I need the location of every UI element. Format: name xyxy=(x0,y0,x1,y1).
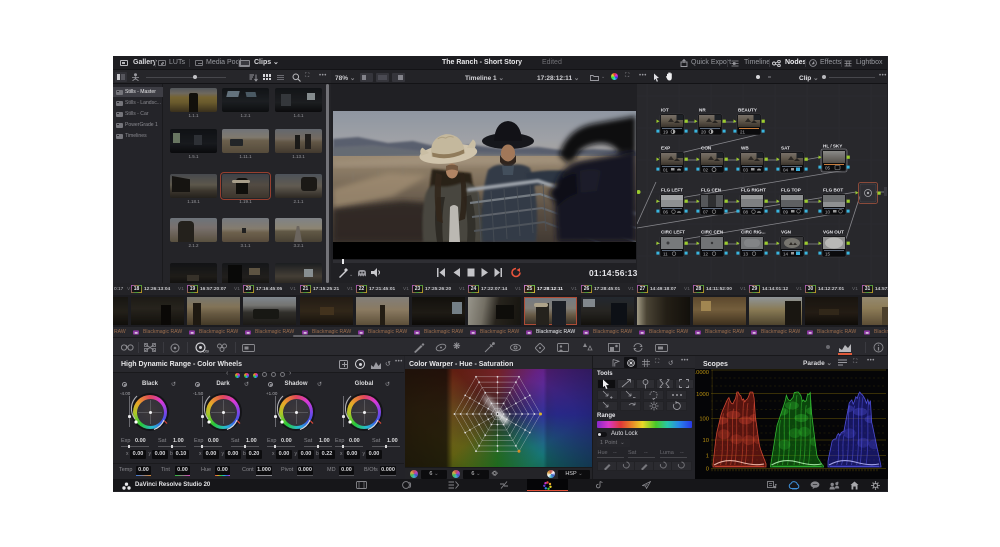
svg-text:1: 1 xyxy=(706,454,709,460)
svg-text:1000: 1000 xyxy=(696,392,709,398)
svg-text:03: 03 xyxy=(743,168,749,173)
svg-text:01: 01 xyxy=(663,168,669,173)
svg-text:15: 15 xyxy=(825,252,831,257)
svg-text:0: 0 xyxy=(706,467,709,473)
svg-text:10: 10 xyxy=(825,210,831,215)
svg-text:10: 10 xyxy=(703,438,709,444)
svg-text:FLG BOT: FLG BOT xyxy=(823,188,843,193)
svg-text:BEAUTY: BEAUTY xyxy=(738,108,757,113)
svg-text:12: 12 xyxy=(703,252,709,257)
svg-text:FLG RIGHT: FLG RIGHT xyxy=(741,188,766,193)
svg-text:100: 100 xyxy=(699,417,709,423)
svg-text:19: 19 xyxy=(663,130,669,135)
svg-text:CIRC LEFT: CIRC LEFT xyxy=(661,230,685,235)
svg-text:EXP: EXP xyxy=(661,146,670,151)
svg-text:NR: NR xyxy=(699,108,706,113)
svg-text:SAT: SAT xyxy=(781,146,790,151)
svg-text:05: 05 xyxy=(825,166,831,171)
svg-text:09: 09 xyxy=(783,210,789,215)
svg-text:VGN: VGN xyxy=(781,230,792,235)
svg-text:11: 11 xyxy=(663,252,668,257)
svg-text:06: 06 xyxy=(663,210,669,215)
svg-text:CIRC CEN: CIRC CEN xyxy=(701,230,724,235)
svg-text:08: 08 xyxy=(743,210,749,215)
svg-text:04: 04 xyxy=(783,168,789,173)
svg-text:FLG CEN: FLG CEN xyxy=(701,188,722,193)
svg-text:07: 07 xyxy=(703,210,709,215)
svg-text:21: 21 xyxy=(740,130,746,135)
svg-text:FLG LEFT: FLG LEFT xyxy=(661,188,683,193)
svg-text:CIRC RIG...: CIRC RIG... xyxy=(741,230,766,235)
svg-text:02: 02 xyxy=(703,168,709,173)
svg-text:FLG TOP: FLG TOP xyxy=(781,188,801,193)
svg-text:10000: 10000 xyxy=(695,370,709,376)
svg-text:14: 14 xyxy=(783,252,789,257)
svg-text:HL / SKY: HL / SKY xyxy=(823,144,842,149)
svg-text:CON: CON xyxy=(701,146,712,151)
svg-text:20: 20 xyxy=(701,130,707,135)
svg-text:IOT: IOT xyxy=(661,108,669,113)
svg-text:WB: WB xyxy=(741,146,749,151)
svg-text:USM: USM xyxy=(203,349,209,354)
svg-text:13: 13 xyxy=(743,252,749,257)
svg-text:VGN OUT: VGN OUT xyxy=(823,230,844,235)
